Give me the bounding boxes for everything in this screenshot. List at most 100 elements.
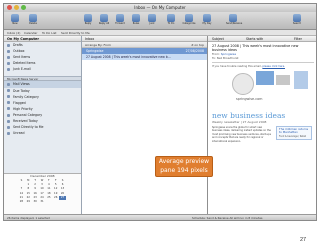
subject-filter[interactable]: Subject xyxy=(212,36,224,42)
reply-all-icon xyxy=(100,14,108,22)
folder-icon xyxy=(7,49,10,53)
view-online-link[interactable]: please click here. xyxy=(262,65,285,68)
folder-label: Sent Directly to Me xyxy=(13,125,44,130)
smart-folder-icon xyxy=(7,83,10,87)
calendar-grid: S M T W T F S 1 2 3 4 5 6 7 8 9 10 11 12 13 14 15 16 17 18 19 20 21… xyxy=(18,179,66,204)
newsletter-date: Weekly newsletter | 27 August 2008 xyxy=(212,119,267,124)
calendar-day xyxy=(52,200,59,204)
folder-label: Deleted Items xyxy=(13,61,36,66)
callout-line-1: Average preview xyxy=(158,158,210,165)
search-button[interactable]: Search xyxy=(290,14,304,26)
mail-window: Inbox — On My Computer New Delete Reply … xyxy=(3,3,317,221)
to-line: To: Neil Broadhurst xyxy=(212,56,314,60)
starts-with-filter[interactable]: Starts with xyxy=(246,36,263,42)
reading-pane: Subject Starts with Filter 27 August 200… xyxy=(208,36,316,216)
send-receive-label: Send/Receive xyxy=(226,22,243,25)
title-bar: Inbox — On My Computer xyxy=(4,4,316,12)
schedule-status: Schedule: Send & Receive All will run in… xyxy=(192,216,263,220)
junk-button[interactable]: Junk xyxy=(145,14,159,26)
newsletter-intro: Springwise scans the globe for smart new… xyxy=(212,125,271,143)
new-label: New xyxy=(12,22,18,25)
categorize-icon xyxy=(185,14,193,22)
search-icon xyxy=(293,14,301,22)
send-receive-button[interactable]: Send/Receive xyxy=(226,14,243,26)
categorize-button[interactable]: Categorize xyxy=(182,14,196,26)
message-subject: 27 August 2008 | This week's most innova… xyxy=(212,44,299,53)
status-bar: 26 items displayed, 1 selected Schedule:… xyxy=(4,214,316,220)
story-category: Food & beverage / Retail xyxy=(279,134,306,138)
trash-icon xyxy=(7,61,10,65)
message-group-header[interactable]: Springwise 27/08/2008 xyxy=(82,48,207,54)
smart-folder-icon xyxy=(7,125,10,129)
smart-folder-icon xyxy=(7,107,10,111)
story-box[interactable]: The milkmen returns to Manhattan Food & … xyxy=(276,125,312,140)
folder-label: Due Today xyxy=(13,88,30,93)
delete-label: Delete xyxy=(29,22,37,25)
newsletter-title: new business ideas xyxy=(212,110,286,120)
newsletter-illustration: springwise.com xyxy=(212,70,314,111)
message-row[interactable]: 27 August 2008 | This week's most innova… xyxy=(82,54,207,60)
rules-button[interactable]: Rules xyxy=(129,14,143,26)
folder-label: Sent Items xyxy=(13,55,31,60)
folder-label: Received Today xyxy=(13,119,38,124)
to-label: To: xyxy=(212,56,216,61)
folder-icon xyxy=(7,55,10,59)
message-list: Inbox Arrange By: From Z on top Springwi… xyxy=(82,36,208,216)
item-count-status: 26 items displayed, 1 selected xyxy=(7,216,50,220)
calendar-day[interactable]: 31 xyxy=(39,200,46,204)
gray-block-graphic xyxy=(276,74,290,85)
smart-folder-icon xyxy=(7,89,10,93)
forward-button[interactable]: Forward xyxy=(113,14,127,26)
folder-label: Family Category xyxy=(13,94,39,99)
delete-button[interactable]: Delete xyxy=(26,14,40,26)
folder-label: Outbox xyxy=(13,49,25,54)
new-icon xyxy=(11,14,19,22)
page-number: 27 xyxy=(300,237,307,243)
callout-line-2: pane 194 pixels xyxy=(160,166,208,174)
my-day-label: My Day xyxy=(202,22,212,25)
my-day-button[interactable]: My Day xyxy=(200,14,214,26)
search-filter-bar: Subject Starts with Filter xyxy=(208,36,316,42)
categorize-label: Categorize xyxy=(182,22,196,25)
reply-button[interactable]: Reply xyxy=(81,14,95,26)
arrange-by-label: Arrange By: From xyxy=(85,43,111,47)
light-blue-block-graphic xyxy=(294,70,308,89)
smart-folder-unread[interactable]: Unread xyxy=(4,130,81,136)
to-value: Neil Broadhurst xyxy=(216,56,239,61)
smart-folder-icon xyxy=(7,95,10,99)
reply-all-label: Reply All xyxy=(98,22,110,25)
calendar-day xyxy=(59,200,66,204)
folder-label: Junk E-mail xyxy=(13,67,31,72)
to-do-label: To Do xyxy=(167,22,175,25)
reply-all-button[interactable]: Reply All xyxy=(97,14,111,26)
smart-folder-icon xyxy=(7,131,10,135)
folder-label: Flagged xyxy=(13,100,26,105)
calendar-day[interactable]: 28 xyxy=(18,200,25,204)
story-title: The milkmen returns to Manhattan xyxy=(279,126,309,135)
filter-button[interactable]: Filter xyxy=(294,36,302,42)
folder-label: Personal Category xyxy=(13,112,43,117)
reply-icon xyxy=(84,14,92,22)
junk-icon xyxy=(148,14,156,22)
circle-graphic xyxy=(232,72,254,95)
folder-label: Unread xyxy=(13,131,25,136)
blue-block-graphic xyxy=(256,70,274,85)
rules-label: Rules xyxy=(132,22,140,25)
folder-sidebar: On My Computer Drafts Outbox Sent Items … xyxy=(4,36,82,216)
folder-junk-email[interactable]: Junk E-mail xyxy=(4,66,81,72)
window-title: Inbox — On My Computer xyxy=(134,5,186,10)
forward-label: Forward xyxy=(115,22,125,25)
reply-label: Reply xyxy=(84,22,92,25)
mini-calendar: December 2008 S M T W T F S 1 2 3 4 5 6 7 8 9 10 11 12 13 14… xyxy=(4,173,81,216)
send-receive-icon xyxy=(229,14,237,22)
smart-folder-icon xyxy=(7,113,10,117)
group-date: 27/08/2008 xyxy=(185,49,204,53)
new-button[interactable]: New xyxy=(8,14,22,26)
calendar-day[interactable]: 29 xyxy=(25,200,32,204)
folder-icon xyxy=(7,43,10,47)
calendar-day[interactable]: 30 xyxy=(32,200,39,204)
forward-icon xyxy=(116,14,124,22)
to-do-button[interactable]: To Do xyxy=(164,14,178,26)
group-sender: Springwise xyxy=(86,49,104,53)
trouble-note: If you have trouble reading this email, … xyxy=(212,65,314,69)
